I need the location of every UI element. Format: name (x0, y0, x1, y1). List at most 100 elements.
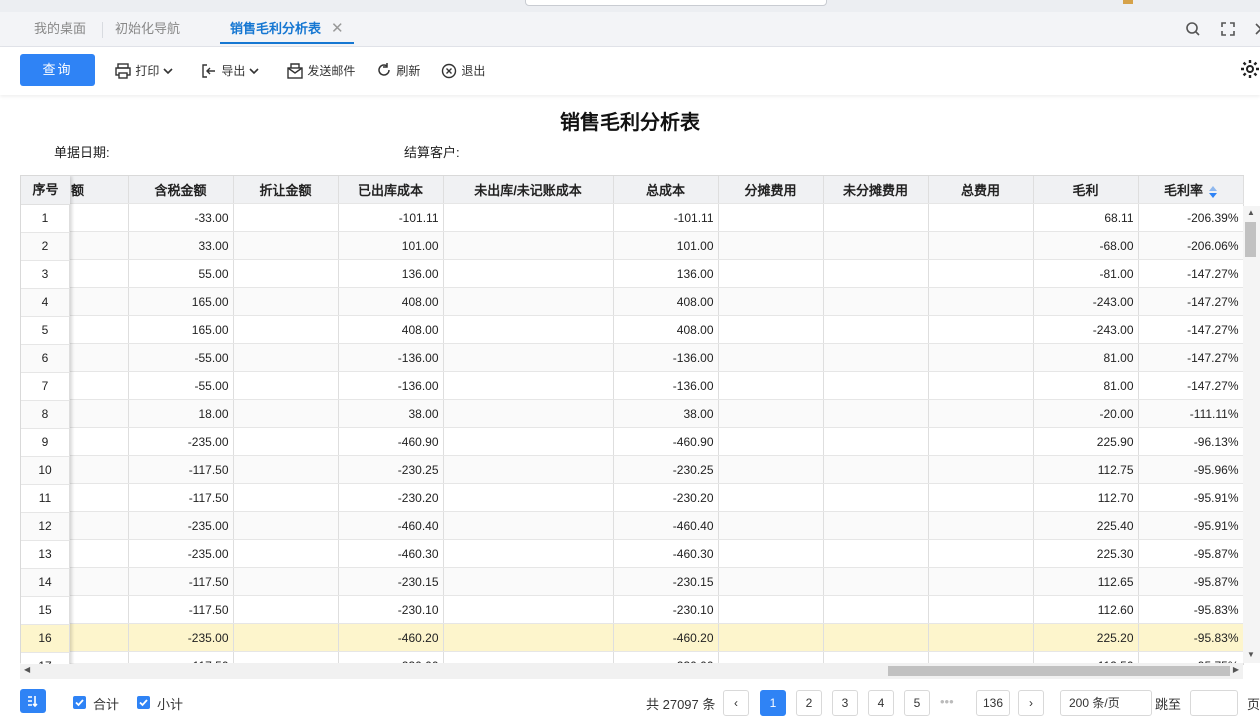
prev-page-button[interactable]: ‹ (723, 690, 749, 716)
page-ellipsis[interactable]: ••• (940, 694, 954, 709)
table-cell[interactable]: -95.91% (1138, 483, 1244, 512)
table-cell[interactable]: 165.00 (128, 315, 234, 344)
table-cell[interactable]: 81.00 (1033, 371, 1139, 400)
table-cell[interactable] (823, 231, 929, 260)
table-cell[interactable]: -460.40 (338, 511, 444, 540)
table-cell[interactable] (233, 455, 339, 484)
table-cell[interactable]: -117.50 (128, 455, 234, 484)
table-cell[interactable] (928, 595, 1034, 624)
col-header-discount[interactable]: 折让金额 (233, 176, 339, 204)
table-cell[interactable]: 225.40 (1033, 511, 1139, 540)
table-cell[interactable]: 112.65 (1033, 567, 1139, 596)
table-cell[interactable] (823, 455, 929, 484)
table-cell[interactable]: -460.30 (338, 539, 444, 568)
table-cell[interactable]: -230.10 (338, 595, 444, 624)
table-cell[interactable] (718, 399, 824, 428)
table-row[interactable]: -235.00 -460.90 -460.90 225.90 -96.13% (21, 427, 1244, 456)
table-cell[interactable]: -230.15 (338, 567, 444, 596)
table-cell[interactable] (233, 259, 339, 288)
table-cell[interactable]: -460.20 (338, 623, 444, 652)
table-cell[interactable] (233, 399, 339, 428)
table-cell[interactable]: 112.60 (1033, 595, 1139, 624)
table-cell[interactable]: -136.00 (338, 371, 444, 400)
fullscreen-icon[interactable] (1217, 18, 1239, 40)
table-cell[interactable] (718, 259, 824, 288)
table-cell[interactable]: -117.50 (128, 567, 234, 596)
table-row[interactable]: 165.00 408.00 408.00 -243.00 -147.27% (21, 315, 1244, 344)
table-cell[interactable] (443, 259, 614, 288)
table-row[interactable]: 18.00 38.00 38.00 -20.00 -111.11% (21, 399, 1244, 428)
table-cell[interactable] (443, 567, 614, 596)
table-cell[interactable]: -101.11 (338, 203, 444, 232)
table-cell[interactable]: -460.40 (613, 511, 719, 540)
print-button[interactable]: 打印 (114, 60, 173, 80)
table-cell[interactable]: 136.00 (338, 259, 444, 288)
table-cell[interactable] (823, 343, 929, 372)
tab-close-icon[interactable]: ✕ (331, 20, 344, 37)
table-cell[interactable]: 225.30 (1033, 539, 1139, 568)
table-cell[interactable] (443, 399, 614, 428)
table-cell[interactable] (233, 231, 339, 260)
table-cell[interactable] (718, 483, 824, 512)
table-cell[interactable]: -136.00 (613, 343, 719, 372)
table-cell[interactable]: -206.06% (1138, 231, 1244, 260)
table-cell[interactable]: -111.11% (1138, 399, 1244, 428)
table-cell[interactable]: -243.00 (1033, 287, 1139, 316)
table-cell[interactable]: -117.50 (128, 483, 234, 512)
table-cell[interactable]: -68.00 (1033, 231, 1139, 260)
table-cell[interactable]: -460.90 (338, 427, 444, 456)
table-cell[interactable] (443, 483, 614, 512)
horizontal-scroll-thumb[interactable] (888, 666, 1230, 676)
scroll-right-icon[interactable]: ▶ (1233, 665, 1239, 674)
table-cell[interactable]: -235.00 (128, 511, 234, 540)
table-row[interactable]: -117.50 -230.25 -230.25 112.75 -95.96% (21, 455, 1244, 484)
page-1[interactable]: 1 (760, 690, 786, 716)
table-cell[interactable]: -147.27% (1138, 343, 1244, 372)
table-cell[interactable]: -147.27% (1138, 371, 1244, 400)
table-cell[interactable] (443, 595, 614, 624)
export-button[interactable]: 导出 (200, 60, 259, 80)
table-cell[interactable] (928, 623, 1034, 652)
search-icon[interactable] (1182, 18, 1204, 40)
table-cell[interactable] (823, 287, 929, 316)
table-cell[interactable]: 225.20 (1033, 623, 1139, 652)
table-cell[interactable]: -95.87% (1138, 539, 1244, 568)
table-row[interactable]: -117.50 -230.15 -230.15 112.65 -95.87% (21, 567, 1244, 596)
table-cell[interactable] (928, 203, 1034, 232)
table-cell[interactable] (443, 371, 614, 400)
col-header-gross-margin[interactable]: 毛利率 (1138, 176, 1244, 204)
table-cell[interactable]: -96.13% (1138, 427, 1244, 456)
table-cell[interactable]: -55.00 (128, 343, 234, 372)
table-cell[interactable] (443, 623, 614, 652)
table-cell[interactable] (718, 567, 824, 596)
scroll-down-icon[interactable]: ▼ (1247, 650, 1255, 659)
col-header-total-fee[interactable]: 总费用 (928, 176, 1034, 204)
table-row[interactable]: -55.00 -136.00 -136.00 81.00 -147.27% (21, 343, 1244, 372)
table-cell[interactable] (718, 623, 824, 652)
table-cell[interactable]: -101.11 (613, 203, 719, 232)
table-cell[interactable] (233, 315, 339, 344)
page-last[interactable]: 136 (976, 690, 1010, 716)
table-cell[interactable]: -95.83% (1138, 623, 1244, 652)
col-header-shipped-cost[interactable]: 已出库成本 (338, 176, 444, 204)
table-cell[interactable]: 33.00 (128, 231, 234, 260)
table-cell[interactable] (443, 287, 614, 316)
next-page-button[interactable]: › (1018, 690, 1044, 716)
table-cell[interactable]: -55.00 (128, 371, 234, 400)
page-5[interactable]: 5 (904, 690, 930, 716)
table-cell[interactable]: 408.00 (613, 315, 719, 344)
send-email-button[interactable]: 发送邮件 (286, 60, 355, 80)
table-cell[interactable]: -230.25 (338, 455, 444, 484)
page-4[interactable]: 4 (868, 690, 894, 716)
table-row[interactable]: -117.50 -230.10 -230.10 112.60 -95.83% (21, 595, 1244, 624)
table-cell[interactable] (928, 455, 1034, 484)
table-cell[interactable]: 408.00 (338, 315, 444, 344)
table-cell[interactable]: -235.00 (128, 539, 234, 568)
table-row[interactable]: -235.00 -460.20 -460.20 225.20 -95.83% (21, 623, 1244, 652)
jump-page-input[interactable] (1190, 690, 1238, 716)
table-cell[interactable]: 225.90 (1033, 427, 1139, 456)
table-row[interactable]: 33.00 101.00 101.00 -68.00 -206.06% (21, 231, 1244, 260)
table-cell[interactable] (928, 483, 1034, 512)
table-cell[interactable] (823, 539, 929, 568)
table-cell[interactable] (443, 343, 614, 372)
